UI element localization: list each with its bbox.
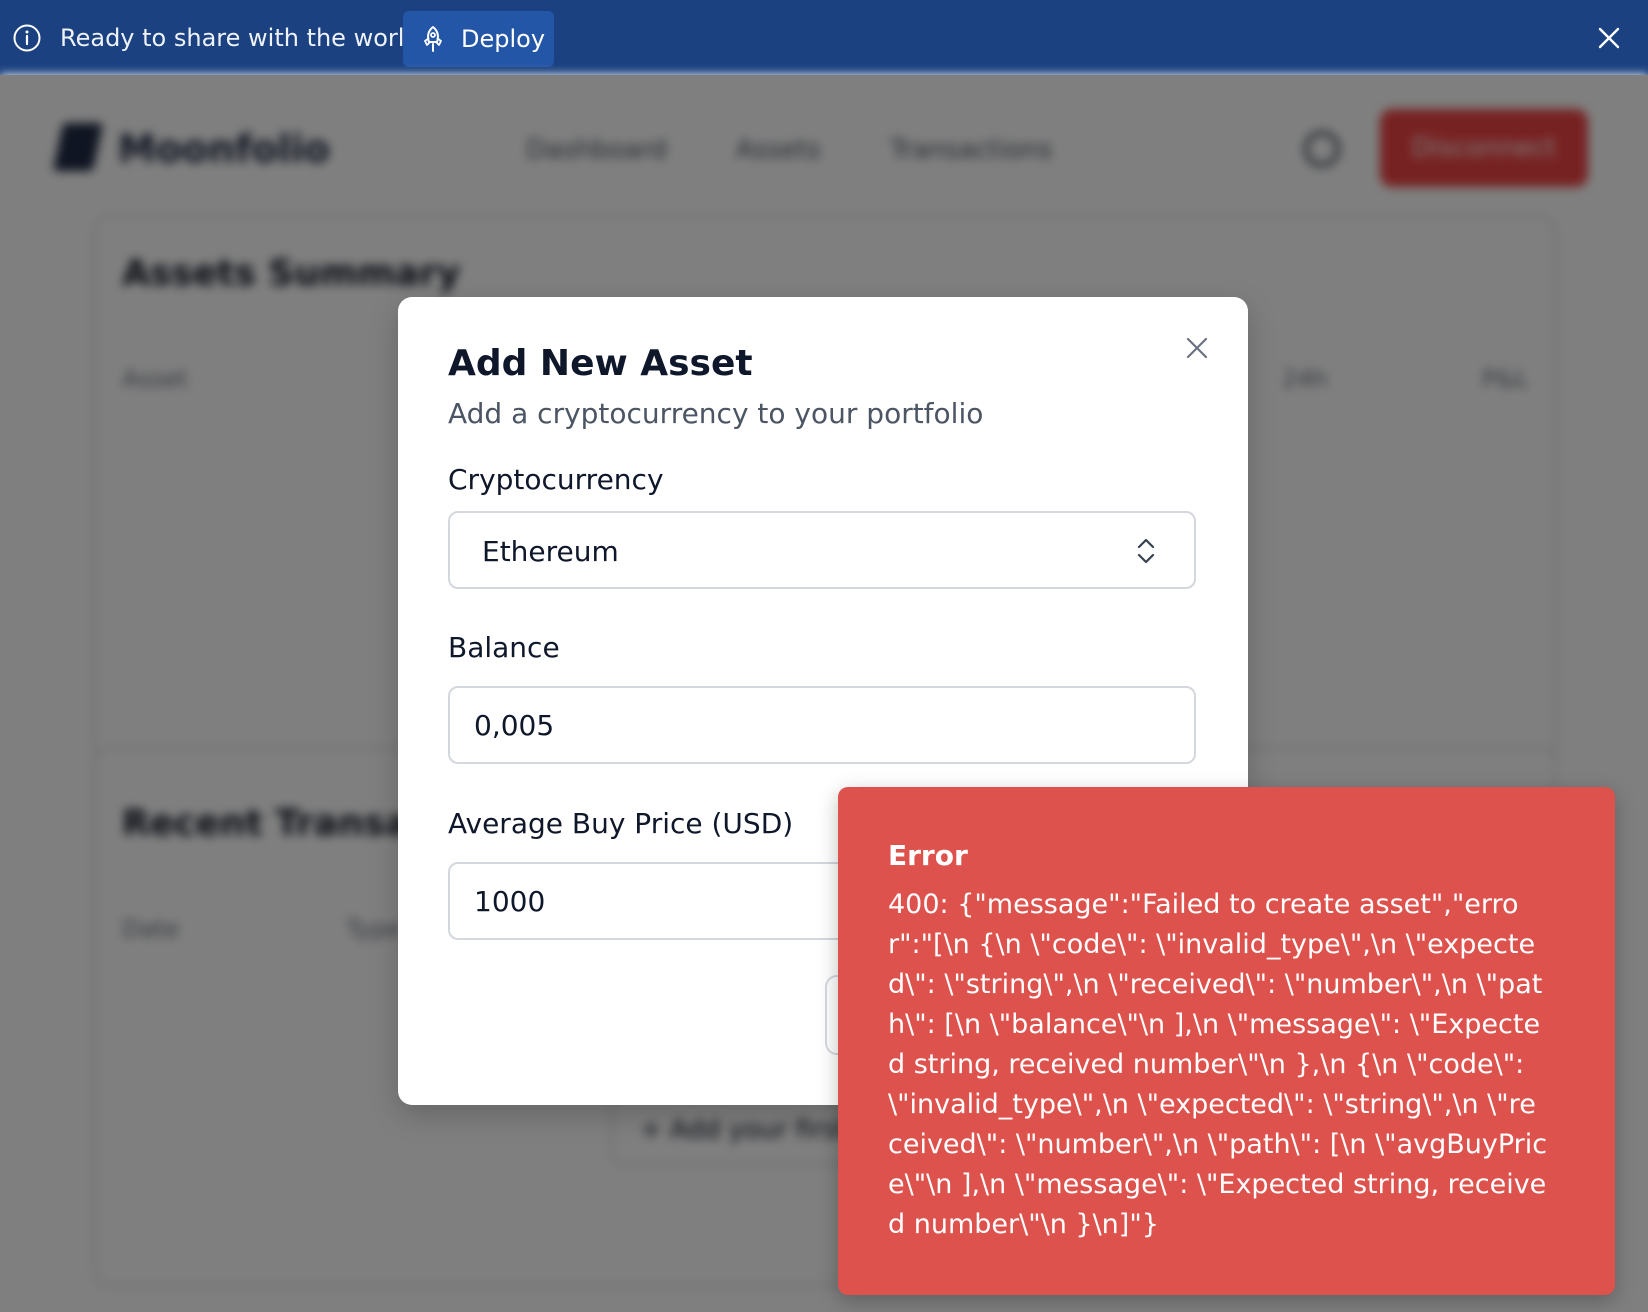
balance-input[interactable] <box>450 688 1194 762</box>
info-icon <box>13 24 41 52</box>
dialog-subtitle: Add a cryptocurrency to your portfolio <box>448 397 984 430</box>
close-icon[interactable] <box>1185 336 1209 360</box>
cryptocurrency-selected-value: Ethereum <box>482 535 619 568</box>
dialog-title: Add New Asset <box>448 343 753 384</box>
rocket-icon <box>424 26 442 52</box>
toast-message: 400: {"message":"Failed to create asset"… <box>888 889 1548 1240</box>
chevrons-up-down-icon <box>1137 538 1155 564</box>
cryptocurrency-label: Cryptocurrency <box>448 463 664 496</box>
toast-title: Error <box>888 839 968 872</box>
deploy-button[interactable]: Deploy <box>403 11 554 67</box>
close-icon[interactable] <box>1596 25 1622 51</box>
deploy-label: Deploy <box>461 25 546 53</box>
average-buy-price-label: Average Buy Price (USD) <box>448 807 794 840</box>
balance-label: Balance <box>448 631 560 664</box>
balance-field[interactable] <box>448 686 1196 764</box>
cryptocurrency-select[interactable]: Ethereum <box>448 511 1196 589</box>
error-toast[interactable]: Error 400: {"message":"Failed to create … <box>838 787 1615 1295</box>
deploy-banner: Ready to share with the world? Deploy <box>0 0 1648 75</box>
banner-message: Ready to share with the world? <box>60 24 433 52</box>
